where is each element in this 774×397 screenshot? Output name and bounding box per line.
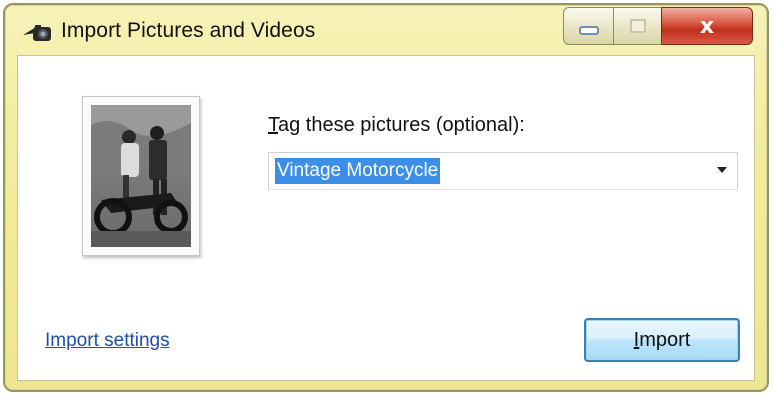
maximize-button[interactable] <box>613 7 661 45</box>
close-button[interactable]: x <box>661 7 753 45</box>
import-settings-link[interactable]: Import settings <box>45 330 170 352</box>
import-dialog-window: Import Pictures and Videos x Tag these p… <box>3 3 769 392</box>
tag-label-accesskey: T <box>268 114 278 136</box>
caption-buttons: x <box>563 7 753 45</box>
dialog-content: Tag these pictures (optional): Vintage M… <box>17 55 755 381</box>
camera-import-icon <box>21 21 55 45</box>
tag-value[interactable]: Vintage Motorcycle <box>275 158 441 184</box>
photo-thumbnail <box>91 105 191 247</box>
close-icon: x <box>699 13 715 39</box>
tag-label: Tag these pictures (optional): <box>268 114 525 137</box>
window-title: Import Pictures and Videos <box>61 19 316 42</box>
tag-combobox[interactable]: Vintage Motorcycle <box>268 152 738 190</box>
tag-label-text: ag these pictures (optional): <box>278 114 525 136</box>
photo-preview <box>82 96 200 256</box>
title-bar[interactable]: Import Pictures and Videos x <box>5 5 767 57</box>
import-button[interactable]: Import <box>584 318 740 362</box>
minimize-icon <box>578 25 599 35</box>
chevron-down-icon[interactable] <box>717 167 727 173</box>
import-button-label: mport <box>639 329 691 351</box>
maximize-icon <box>629 19 646 33</box>
minimize-button[interactable] <box>563 7 613 45</box>
